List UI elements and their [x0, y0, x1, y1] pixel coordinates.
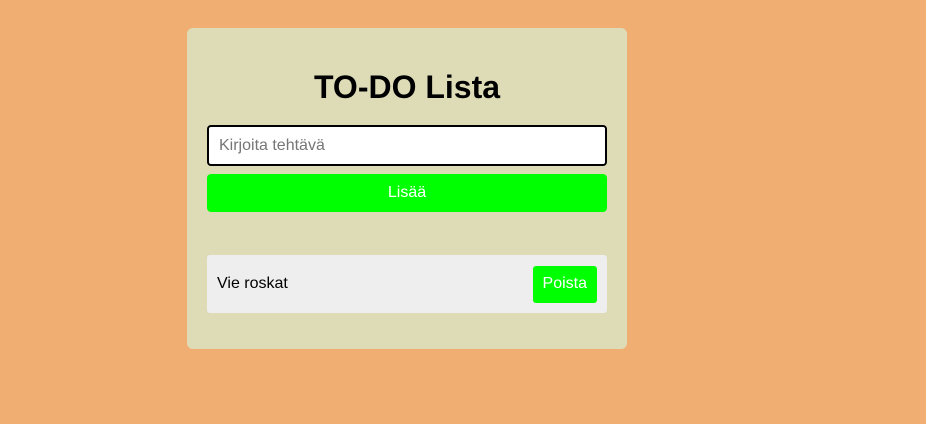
task-list: Vie roskat Poista [207, 255, 607, 313]
todo-card: TO-DO Lista Lisää Vie roskat Poista [187, 28, 627, 349]
task-input[interactable] [207, 125, 607, 166]
task-item: Vie roskat Poista [207, 255, 607, 313]
page-title: TO-DO Lista [313, 69, 501, 105]
task-text: Vie roskat [217, 275, 288, 292]
delete-task-button[interactable]: Poista [532, 265, 597, 303]
add-task-button[interactable]: Lisää [207, 174, 607, 212]
